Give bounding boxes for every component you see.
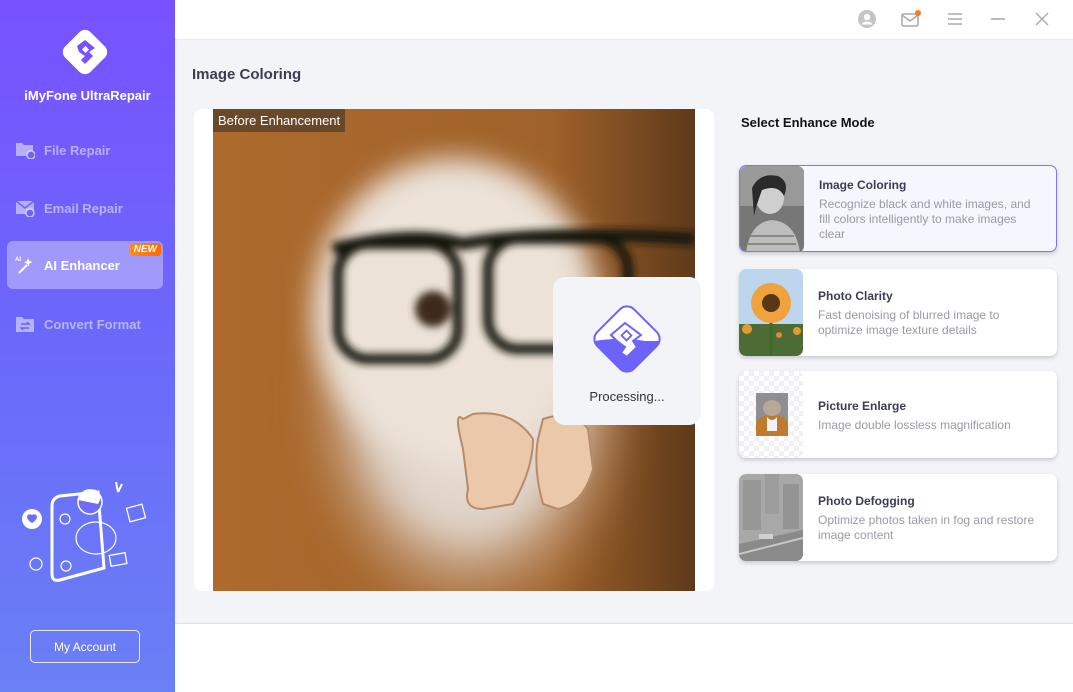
illustration-icon: [22, 481, 147, 582]
mail-icon[interactable]: [900, 8, 922, 30]
mode-name: Image Coloring: [819, 178, 907, 192]
sidebar-item-ai-enhancer[interactable]: AI AI Enhancer NEW: [7, 241, 163, 289]
user-icon[interactable]: [856, 8, 878, 30]
footer-bar: [175, 623, 1073, 692]
app-logo-icon: [62, 29, 108, 75]
file-repair-icon: [15, 140, 35, 160]
new-badge: NEW: [129, 243, 161, 256]
email-repair-icon: [15, 198, 35, 218]
mode-description: Optimize photos taken in fog and restore…: [818, 513, 1035, 542]
mode-description: Fast denoising of blurred image to optim…: [818, 308, 1000, 337]
sidebar-item-label: Convert Format: [44, 316, 141, 332]
picture-enlarge-thumbnail: [739, 371, 803, 458]
mode-description: Recognize black and white images, and fi…: [819, 197, 1031, 241]
image-coloring-thumbnail: [740, 166, 804, 251]
processing-text: Processing...: [589, 389, 665, 404]
sidebar-item-label: Email Repair: [44, 200, 123, 216]
svg-text:AI: AI: [15, 257, 21, 263]
photo-clarity-thumbnail: [739, 269, 803, 356]
mode-card-photo-defogging[interactable]: Photo Defogging Optimize photos taken in…: [739, 474, 1057, 561]
mode-name: Picture Enlarge: [818, 399, 907, 413]
processing-logo-icon: [590, 305, 664, 376]
mode-name: Photo Defogging: [818, 494, 915, 508]
ai-magic-wand-icon: AI: [15, 255, 35, 275]
sidebar: iMyFone UltraRepair File Repair Email Re…: [0, 0, 175, 692]
minimize-icon[interactable]: [987, 8, 1009, 30]
sidebar-item-label: AI Enhancer: [44, 257, 120, 273]
mode-name: Photo Clarity: [818, 289, 893, 303]
my-account-button[interactable]: My Account: [30, 630, 140, 663]
title-bar: [175, 0, 1073, 40]
photo-defogging-thumbnail: [739, 474, 803, 561]
enhance-mode-title: Select Enhance Mode: [741, 115, 875, 130]
mode-card-picture-enlarge[interactable]: Picture Enlarge Image double lossless ma…: [739, 371, 1057, 458]
mode-card-photo-clarity[interactable]: Photo Clarity Fast denoising of blurred …: [739, 269, 1057, 356]
sidebar-item-email-repair[interactable]: Email Repair: [7, 184, 163, 232]
app-name: iMyFone UltraRepair: [24, 88, 151, 103]
notification-dot: [915, 10, 921, 16]
sidebar-item-label: File Repair: [44, 142, 111, 158]
sidebar-item-file-repair[interactable]: File Repair: [7, 126, 163, 174]
close-icon[interactable]: [1031, 8, 1053, 30]
mode-card-image-coloring[interactable]: Image Coloring Recognize black and white…: [739, 165, 1057, 252]
processing-overlay: Processing...: [553, 277, 701, 425]
menu-icon[interactable]: [944, 8, 966, 30]
page-title: Image Coloring: [192, 66, 302, 83]
sidebar-item-convert-format[interactable]: Convert Format: [7, 300, 163, 348]
convert-format-icon: [15, 314, 35, 334]
mode-description: Image double lossless magnification: [818, 418, 1011, 432]
before-enhancement-label: Before Enhancement: [213, 109, 346, 132]
